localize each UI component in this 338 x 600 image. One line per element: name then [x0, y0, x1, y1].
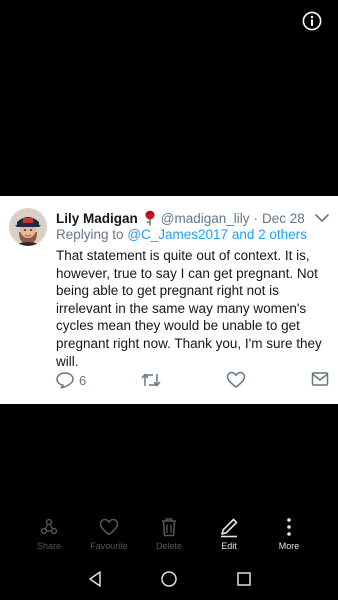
delete-label: Delete	[155, 541, 182, 551]
tweet-actions: 6	[55, 371, 335, 393]
heart-outline-icon	[99, 518, 119, 536]
like-button[interactable]	[226, 371, 246, 389]
favourite-label: Favourite	[90, 541, 128, 551]
more-vertical-icon	[287, 518, 291, 536]
share-icon	[40, 518, 58, 535]
direct-message-button[interactable]	[311, 371, 329, 387]
more-label: More	[278, 541, 300, 551]
retweet-button[interactable]	[140, 371, 162, 389]
envelope-icon	[311, 372, 329, 386]
avatar[interactable]	[9, 208, 47, 246]
delete-button[interactable]: Delete	[139, 516, 199, 551]
reply-count: 6	[79, 372, 87, 388]
separator-dot: ·	[253, 210, 259, 226]
pencil-icon	[221, 518, 238, 538]
system-navigation-bar	[0, 566, 338, 594]
home-icon[interactable]	[160, 570, 178, 588]
share-label: Share	[36, 541, 62, 551]
reply-button[interactable]: 6	[55, 371, 86, 389]
tweet-date[interactable]: Dec 28	[262, 211, 305, 226]
display-name[interactable]: Lily Madigan	[56, 211, 138, 226]
tweet-text: That statement is quite out of context. …	[56, 248, 322, 369]
chevron-down-icon[interactable]	[314, 211, 330, 225]
photo-toolbar: Share Favourite Delete Edit More	[0, 516, 338, 560]
trash-icon	[162, 518, 176, 537]
replying-to: Replying to @C_James2017 and 2 others	[56, 227, 307, 242]
retweet-icon	[141, 373, 161, 387]
info-icon[interactable]	[302, 11, 322, 31]
recent-apps-icon[interactable]	[236, 570, 252, 588]
share-button[interactable]: Share	[19, 516, 79, 551]
edit-button[interactable]: Edit	[199, 516, 259, 551]
rose-icon	[145, 210, 155, 226]
edit-label: Edit	[221, 541, 237, 551]
tweet-card[interactable]: Lily Madigan @madigan_lily · Dec 28 Repl…	[0, 196, 338, 404]
heart-icon	[226, 371, 246, 388]
user-handle[interactable]: @madigan_lily	[161, 211, 250, 226]
replying-to-users-link[interactable]: @C_James2017 and 2 others	[127, 227, 307, 242]
more-button[interactable]: More	[259, 516, 319, 551]
reply-icon	[56, 372, 74, 389]
replying-to-label: Replying to	[56, 227, 124, 242]
favourite-button[interactable]: Favourite	[79, 516, 139, 551]
back-icon[interactable]	[87, 570, 103, 588]
